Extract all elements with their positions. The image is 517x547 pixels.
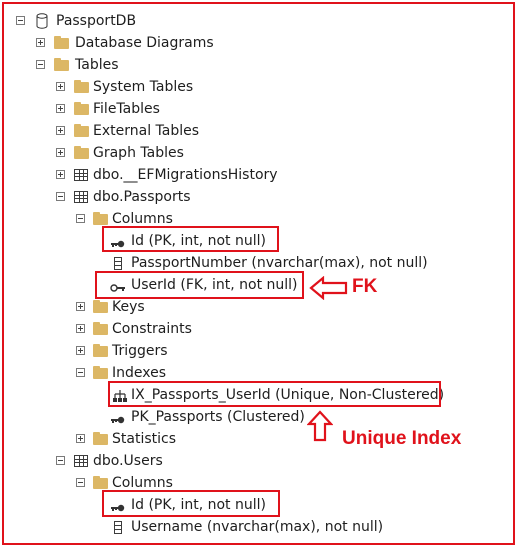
collapse-toggle[interactable] [36,60,45,69]
folder-icon [93,322,108,335]
highlight-box-passports-id [102,226,279,252]
expand-toggle[interactable] [56,126,65,135]
folder-icon [54,58,69,71]
expand-toggle[interactable] [36,38,45,47]
table-icon [74,169,88,181]
arrow-left-icon [309,276,348,300]
tree-node-label: dbo.__EFMigrationsHistory [93,167,278,183]
arrow-up-icon [307,410,333,442]
highlight-box-unique-index [108,381,441,407]
highlight-box-users-id [102,490,280,517]
folder-icon [93,432,108,445]
collapse-toggle[interactable] [76,478,85,487]
tree-node-label: Triggers [112,343,168,359]
folder-icon [93,300,108,313]
expand-toggle[interactable] [76,346,85,355]
tree-node-label: dbo.Passports [93,189,191,205]
tree-node-label: PK_Passports (Clustered) [131,409,305,425]
tree-node-label: dbo.Users [93,453,163,469]
folder-icon [74,146,89,159]
annotation-unique-index: Unique Index [342,428,462,449]
folder-icon [93,212,108,225]
expand-toggle[interactable] [56,148,65,157]
expand-toggle[interactable] [56,104,65,113]
tree-node-label: PassportDB [56,13,137,29]
table-icon [74,191,88,203]
folder-icon [93,476,108,489]
collapse-toggle[interactable] [56,192,65,201]
folder-icon [74,124,89,137]
tree-node-label: External Tables [93,123,200,139]
tree-node-label: Statistics [112,431,176,447]
folder-icon [54,36,69,49]
tree-node-label: Tables [75,57,119,73]
collapse-toggle[interactable] [16,16,25,25]
tree-node-label: Keys [112,299,145,315]
expand-toggle[interactable] [56,170,65,179]
tree-node-label: Graph Tables [93,145,184,161]
folder-icon [74,80,89,93]
column-icon [114,257,122,270]
tree-node-label: Username (nvarchar(max), not null) [131,519,384,535]
expand-toggle[interactable] [76,324,85,333]
database-icon [36,13,48,36]
folder-icon [93,366,108,379]
collapse-toggle[interactable] [76,214,85,223]
column-icon [114,521,122,534]
expand-toggle[interactable] [56,82,65,91]
annotation-fk: FK [352,276,378,297]
highlight-box-userid [95,271,304,299]
folder-icon [93,344,108,357]
expand-toggle[interactable] [76,434,85,443]
folder-icon [74,102,89,115]
tree-node-label: FileTables [93,101,160,117]
collapse-toggle[interactable] [56,456,65,465]
tree-node-label: Constraints [112,321,192,337]
tree-node-label: Database Diagrams [75,35,214,51]
tree-node-label: System Tables [93,79,194,95]
collapse-toggle[interactable] [76,368,85,377]
table-icon [74,455,88,467]
expand-toggle[interactable] [76,302,85,311]
